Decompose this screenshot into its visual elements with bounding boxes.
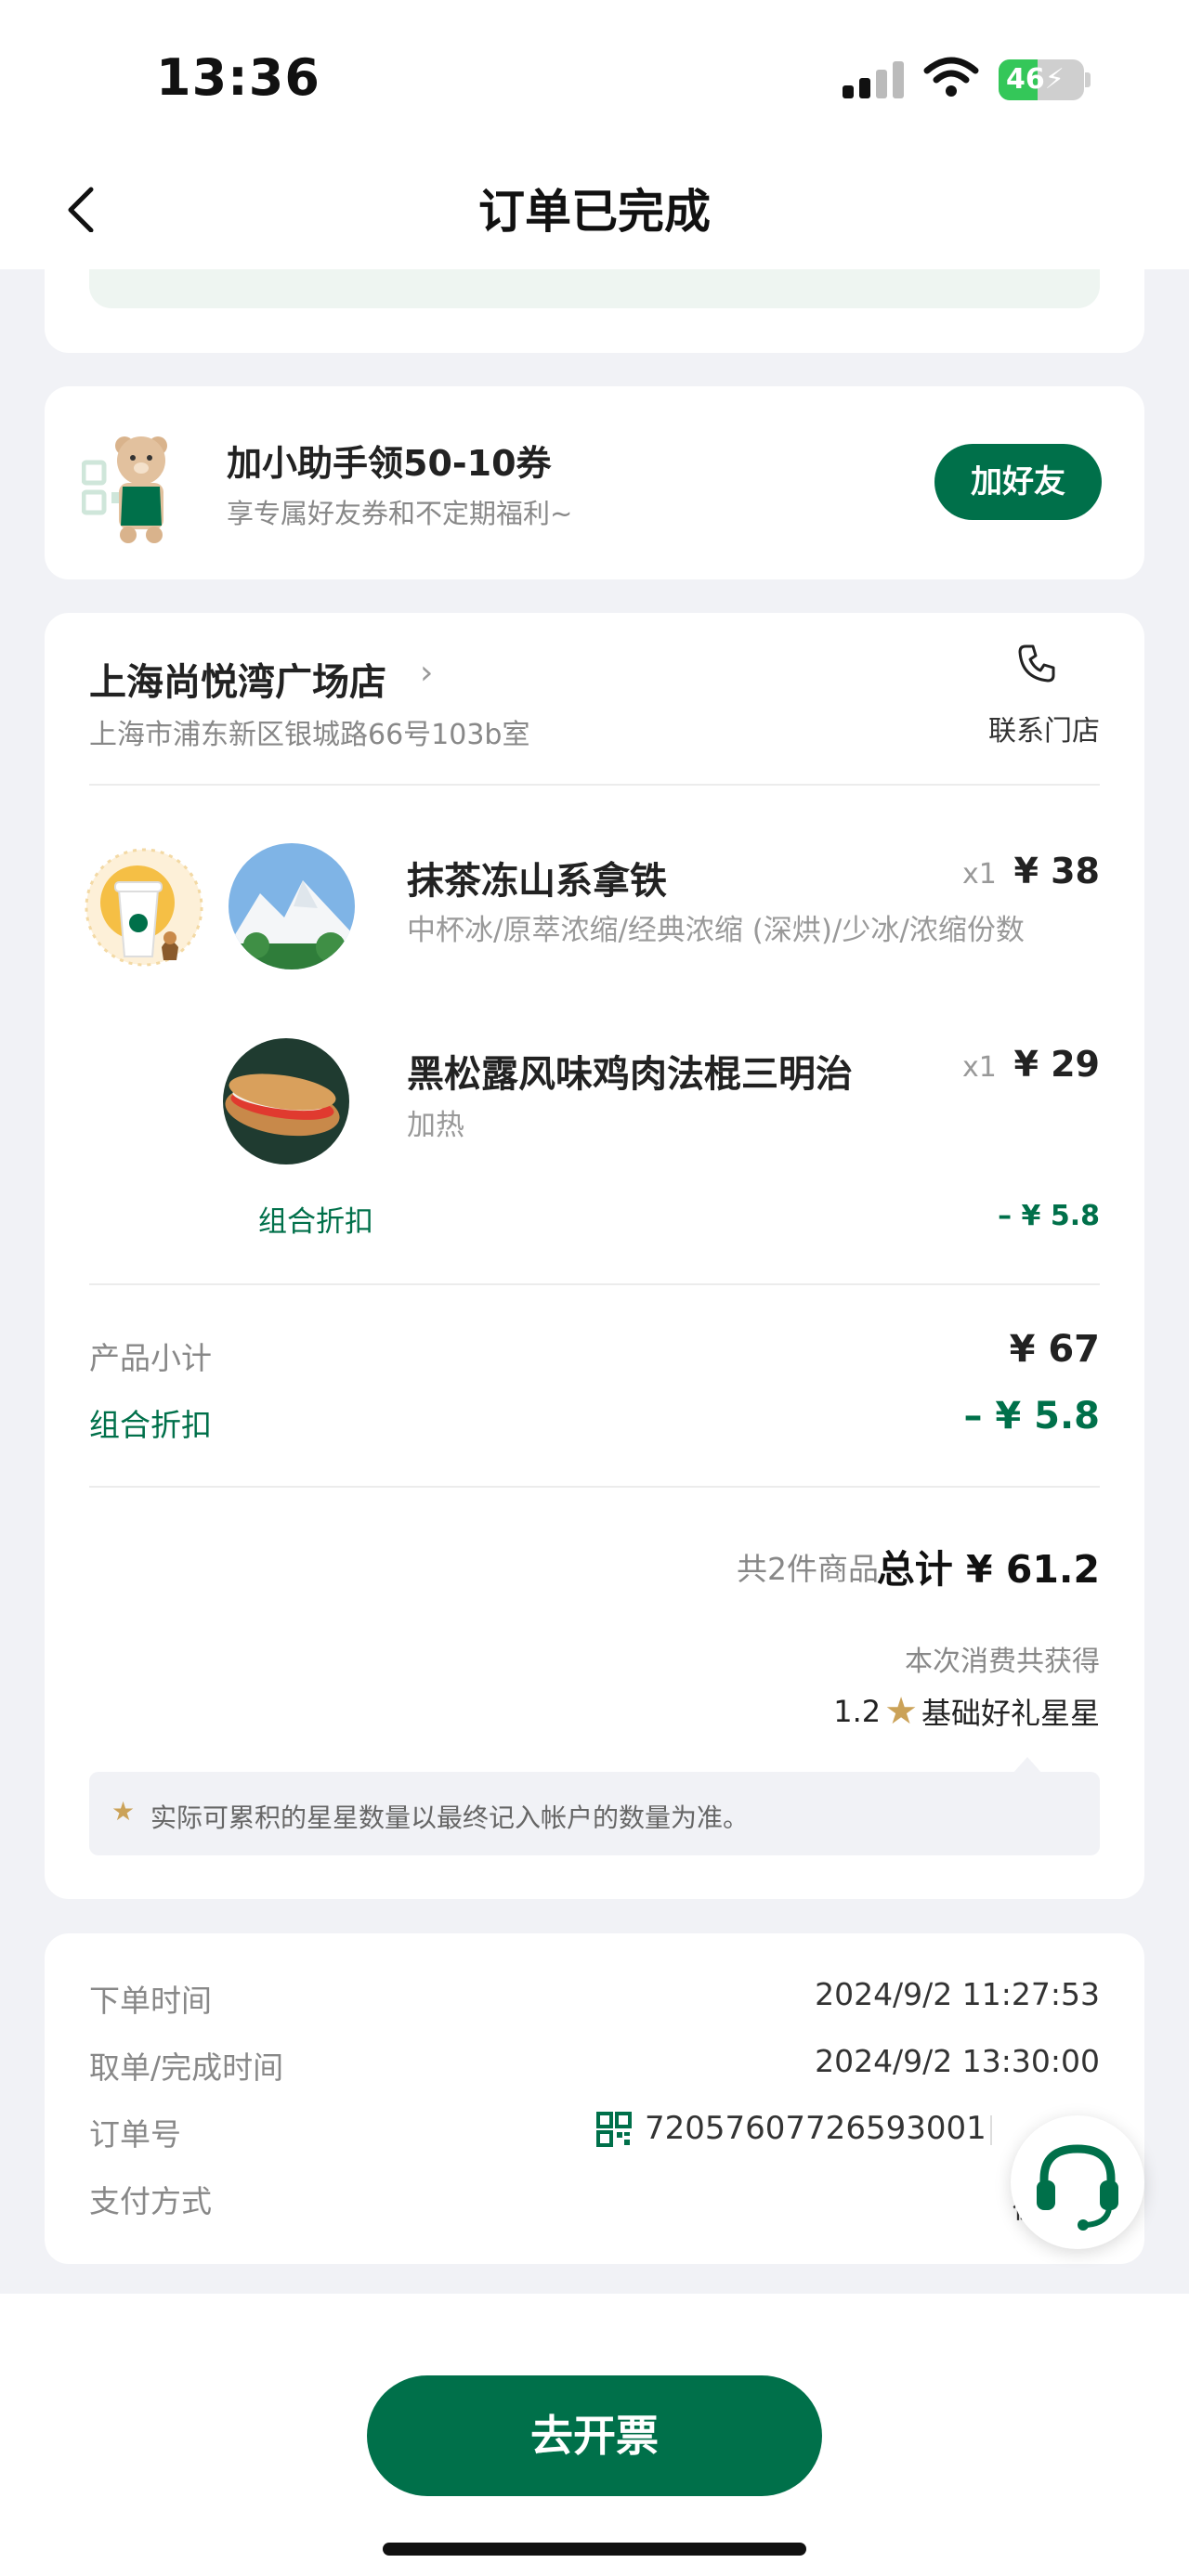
stars-value: 1.2: [833, 1694, 882, 1729]
stars-earned-row: 1.2 ★ 基础好礼星星: [833, 1690, 1100, 1733]
item-spec: 中杯冰/原萃浓缩/经典浓缩 (深烘)/少冰/浓缩份数: [407, 914, 1025, 947]
item-image-sandwich: [223, 1038, 349, 1164]
store-name[interactable]: 上海尚悦湾广场店: [89, 652, 386, 706]
add-friend-button[interactable]: 加好友: [934, 444, 1102, 520]
divider: [89, 784, 1100, 786]
card-strip: [89, 269, 1100, 308]
combo-discount-value: – ¥ 5.8: [998, 1200, 1100, 1232]
battery-tip: [1085, 72, 1091, 87]
divider: [89, 1283, 1100, 1285]
discount-label: 组合折扣: [89, 1407, 212, 1443]
star-icon: ★: [111, 1796, 136, 1827]
order-info-card: 下单时间 2024/9/2 11:27:53 取单/完成时间 2024/9/2 …: [45, 1933, 1144, 2264]
invoice-button[interactable]: 去开票: [367, 2375, 822, 2496]
battery-level: 46: [1006, 63, 1045, 96]
status-time: 13:36: [156, 48, 320, 107]
order-total: 总计 ¥ 61.2: [876, 1547, 1100, 1592]
notice-text: 实际可累积的星星数量以最终记入帐户的数量为准。: [150, 1802, 750, 1833]
order-no-label: 订单号: [89, 2116, 181, 2153]
complete-time-value: 2024/9/2 13:30:00: [815, 2043, 1100, 2079]
customer-service-headset-icon: [1037, 2144, 1118, 2231]
subtotal-label: 产品小计: [89, 1340, 212, 1376]
store-address: 上海市浦东新区银城路66号103b室: [89, 719, 530, 751]
item-qty: x1: [962, 858, 997, 891]
star-icon: ★: [884, 1690, 918, 1733]
helper-title: 加小助手领50-10券: [227, 443, 552, 484]
item-name: 抹茶冻山系拿铁: [407, 860, 667, 903]
item-qty: x1: [962, 1051, 997, 1084]
separator: [990, 2115, 992, 2145]
item-spec: 加热: [407, 1109, 464, 1142]
item-name: 黑松露风味鸡肉法棍三明治: [407, 1053, 853, 1096]
wifi-icon: [923, 57, 979, 97]
order-time-label: 下单时间: [89, 1983, 212, 2019]
subtotal-value: ¥ 67: [1009, 1328, 1100, 1371]
qr-code-icon[interactable]: [596, 2112, 632, 2147]
divider: [89, 1486, 1100, 1488]
status-bar: 13:36 46⚡: [0, 0, 1189, 149]
scrolled-card-bottom: [45, 232, 1144, 353]
contact-store-button[interactable]: 联系门店: [979, 708, 1109, 748]
item-price: ¥ 29: [1013, 1044, 1100, 1085]
stars-notice: ★ 实际可累积的星星数量以最终记入帐户的数量为准。: [89, 1772, 1100, 1855]
stars-earned-label: 本次消费共获得: [905, 1646, 1100, 1678]
helper-card: 加小助手领50-10券 享专属好友券和不定期福利~ 加好友: [45, 386, 1144, 579]
item-price: ¥ 38: [1013, 851, 1100, 891]
order-no-value: 72057607726593001: [645, 2110, 986, 2147]
stars-label: 基础好礼星星: [921, 1696, 1100, 1731]
home-indicator: [383, 2543, 806, 2556]
complete-time-label: 取单/完成时间: [89, 2049, 284, 2086]
helper-subtitle: 享专属好友券和不定期福利~: [227, 498, 573, 529]
bear-assistant-icon: [82, 436, 167, 543]
payment-label: 支付方式: [89, 2183, 212, 2219]
order-detail-card: 上海尚悦湾广场店 › 上海市浦东新区银城路66号103b室 联系门店 抹茶冻山系…: [45, 613, 1144, 1899]
bottom-action-bar: 去开票: [0, 2294, 1189, 2576]
item-count: 共2件商品: [737, 1551, 879, 1587]
item-image-matcha-latte: [229, 843, 355, 969]
order-time-value: 2024/9/2 11:27:53: [815, 1976, 1100, 2012]
chevron-right-icon[interactable]: ›: [420, 654, 433, 692]
coffee-cup-sticker-icon: [85, 848, 203, 967]
combo-discount-label: 组合折扣: [258, 1205, 373, 1239]
signal-icon: [843, 61, 906, 98]
discount-value: – ¥ 5.8: [963, 1395, 1100, 1438]
battery-icon: 46⚡: [999, 59, 1084, 100]
customer-service-button[interactable]: [1011, 2115, 1144, 2249]
phone-icon[interactable]: [1014, 641, 1059, 685]
